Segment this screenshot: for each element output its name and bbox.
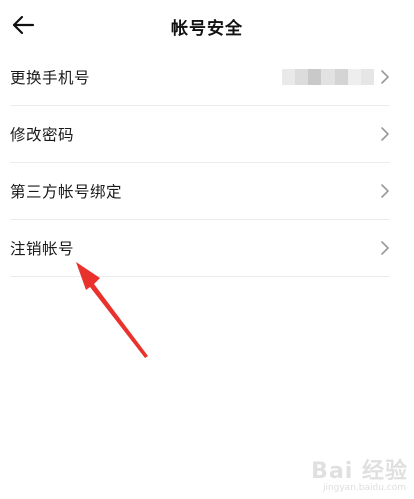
- chevron-right-icon: [381, 241, 389, 255]
- menu-item-deactivate-account[interactable]: 注销帐号: [10, 220, 390, 277]
- chevron-right-icon: [381, 184, 389, 198]
- account-security-screen: 帐号安全 更换手机号 修改密码 第三方帐号绑定 注销帐号 Bai 经验 jing…: [0, 0, 414, 499]
- baidu-jingyan-watermark: Bai 经验 jingyan.baidu.com: [288, 449, 408, 493]
- menu-item-label: 第三方帐号绑定: [10, 183, 123, 201]
- chevron-right-icon: [381, 127, 389, 141]
- watermark-url: jingyan.baidu.com: [322, 483, 406, 493]
- menu-item-third-party-binding[interactable]: 第三方帐号绑定: [10, 163, 390, 220]
- settings-menu: 更换手机号 修改密码 第三方帐号绑定 注销帐号: [10, 49, 390, 277]
- menu-item-change-phone[interactable]: 更换手机号: [10, 49, 390, 106]
- blurred-value: [282, 69, 374, 85]
- redacted-phone-number: [282, 69, 374, 85]
- watermark-brand: Bai 经验: [311, 459, 408, 484]
- page-title: 帐号安全: [171, 19, 243, 39]
- menu-item-change-password[interactable]: 修改密码: [10, 106, 390, 163]
- menu-item-label: 修改密码: [10, 126, 75, 144]
- top-bar: 帐号安全: [0, 0, 414, 52]
- menu-item-label: 更换手机号: [10, 69, 91, 87]
- menu-item-label: 注销帐号: [10, 240, 75, 258]
- chevron-right-icon: [381, 70, 389, 84]
